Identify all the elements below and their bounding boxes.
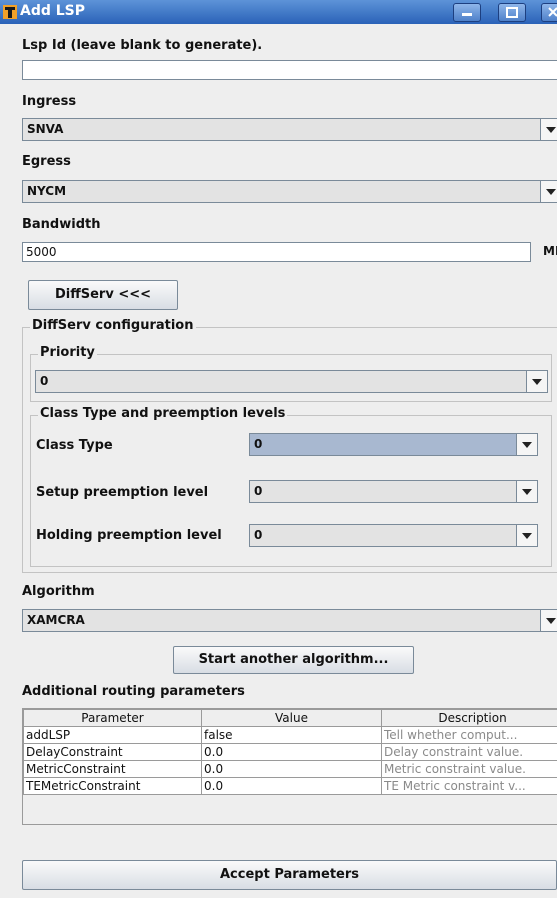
table-row[interactable]: DelayConstraint 0.0 Delay constraint val… [23, 743, 557, 761]
setup-preemption-select[interactable]: 0 [249, 480, 538, 503]
ingress-select[interactable]: SNVA [22, 118, 557, 141]
ingress-label: Ingress [22, 94, 77, 109]
setup-preemption-value: 0 [254, 484, 263, 498]
bandwidth-label: Bandwidth [22, 217, 101, 232]
description-cell[interactable]: Metric constraint value. [381, 760, 557, 778]
egress-label: Egress [22, 154, 71, 169]
holding-preemption-select[interactable]: 0 [249, 524, 538, 547]
chevron-down-icon[interactable] [516, 434, 537, 455]
value-cell[interactable]: false [201, 726, 382, 744]
priority-select[interactable]: 0 [35, 370, 548, 393]
chevron-down-icon[interactable] [516, 525, 537, 546]
description-cell[interactable]: Delay constraint value. [381, 743, 557, 761]
window-title: Add LSP [20, 3, 86, 19]
chevron-down-icon[interactable] [516, 481, 537, 502]
priority-group-title: Priority [38, 345, 97, 360]
class-type-select[interactable]: 0 [249, 433, 538, 456]
chevron-down-icon[interactable] [540, 119, 557, 140]
value-cell[interactable]: 0.0 [201, 777, 382, 795]
ingress-value: SNVA [27, 122, 64, 136]
chevron-down-icon[interactable] [526, 371, 547, 392]
maximize-icon [506, 7, 518, 18]
table-row[interactable]: TEMetricConstraint 0.0 TE Metric constra… [23, 777, 557, 795]
start-another-algorithm-button[interactable]: Start another algorithm... [173, 646, 414, 674]
algorithm-value: XAMCRA [27, 613, 85, 627]
chevron-down-icon[interactable] [540, 181, 557, 202]
description-cell[interactable]: TE Metric constraint v... [381, 777, 557, 795]
window-titlebar: Add LSP [0, 0, 557, 24]
minimize-button[interactable] [453, 3, 481, 22]
column-header-value[interactable]: Value [201, 709, 382, 727]
class-type-label: Class Type [36, 438, 113, 453]
algorithm-select[interactable]: XAMCRA [22, 609, 557, 632]
chevron-down-icon[interactable] [540, 610, 557, 631]
diffserv-group-title: DiffServ configuration [30, 318, 196, 333]
value-cell[interactable]: 0.0 [201, 743, 382, 761]
setup-preemption-label: Setup preemption level [36, 485, 209, 500]
lsp-id-label: Lsp Id (leave blank to generate). [22, 38, 263, 53]
table-row[interactable]: MetricConstraint 0.0 Metric constraint v… [23, 760, 557, 778]
bandwidth-unit: MBPS [543, 244, 557, 258]
routing-parameters-table: Parameter Value Description addLSP false… [23, 709, 557, 795]
table-header-row: Parameter Value Description [23, 709, 557, 727]
column-header-description[interactable]: Description [381, 709, 557, 727]
holding-preemption-label: Holding preemption level [36, 528, 222, 543]
bandwidth-input[interactable]: 5000 [22, 242, 531, 262]
table-row[interactable]: addLSP false Tell whether comput... [23, 726, 557, 744]
close-icon [548, 7, 557, 17]
holding-preemption-value: 0 [254, 528, 263, 542]
algorithm-label: Algorithm [22, 584, 95, 599]
routing-parameters-title: Additional routing parameters [22, 684, 245, 699]
param-cell[interactable]: DelayConstraint [23, 743, 202, 761]
egress-value: NYCM [27, 184, 67, 198]
lsp-id-input[interactable] [22, 60, 557, 80]
param-cell[interactable]: TEMetricConstraint [23, 777, 202, 795]
close-button[interactable] [541, 3, 557, 22]
description-cell[interactable]: Tell whether comput... [381, 726, 557, 744]
class-type-group-title: Class Type and preemption levels [38, 406, 288, 421]
app-icon [3, 5, 17, 19]
egress-select[interactable]: NYCM [22, 180, 557, 203]
routing-parameters-table-panel: Parameter Value Description addLSP false… [22, 708, 557, 825]
minimize-icon [462, 13, 472, 16]
param-cell[interactable]: addLSP [23, 726, 202, 744]
priority-value: 0 [40, 374, 49, 388]
accept-parameters-button[interactable]: Accept Parameters [22, 860, 557, 890]
param-cell[interactable]: MetricConstraint [23, 760, 202, 778]
diffserv-toggle-button[interactable]: DiffServ <<< [28, 280, 178, 310]
maximize-button[interactable] [498, 3, 526, 22]
column-header-parameter[interactable]: Parameter [23, 709, 202, 727]
value-cell[interactable]: 0.0 [201, 760, 382, 778]
class-type-value: 0 [254, 437, 263, 451]
